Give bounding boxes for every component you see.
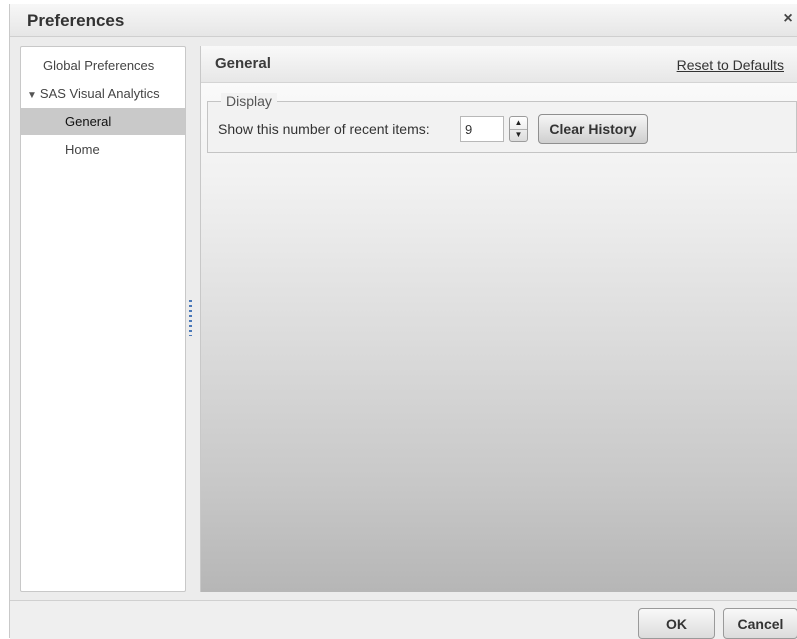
content-panel: General Reset to Defaults Display Show t…: [200, 46, 797, 592]
splitter-handle[interactable]: [189, 300, 192, 336]
close-icon[interactable]: ×: [779, 10, 797, 28]
clear-history-button[interactable]: Clear History: [538, 114, 648, 144]
nav-item-label: Home: [65, 142, 100, 157]
nav-item-label: Global Preferences: [43, 58, 155, 73]
display-group-legend: Display: [221, 93, 277, 109]
nav-item-home[interactable]: Home: [21, 136, 185, 163]
dialog-footer: OK Cancel: [10, 600, 797, 639]
nav-item-sas-visual-analytics[interactable]: ▼ SAS Visual Analytics: [21, 80, 185, 107]
content-header: General Reset to Defaults: [201, 46, 797, 83]
cancel-button[interactable]: Cancel: [723, 608, 797, 639]
preferences-dialog: Preferences × Global Preferences ▼ SAS Vi…: [9, 4, 797, 639]
nav-item-label: General: [65, 114, 112, 129]
preferences-nav-tree: Global Preferences ▼ SAS Visual Analytics…: [20, 46, 186, 592]
recent-items-label: Show this number of recent items:: [218, 121, 430, 137]
display-group: Display Show this number of recent items…: [207, 93, 797, 153]
spin-down-icon[interactable]: ▼: [510, 129, 527, 141]
expand-triangle-icon[interactable]: ▼: [27, 90, 37, 101]
reset-to-defaults-link[interactable]: Reset to Defaults: [677, 57, 784, 73]
dialog-title: Preferences: [27, 11, 125, 30]
content-title: General: [215, 55, 271, 72]
recent-items-input[interactable]: [460, 116, 504, 142]
recent-items-stepper[interactable]: ▲ ▼: [509, 116, 528, 142]
ok-button[interactable]: OK: [638, 608, 715, 639]
nav-item-global-preferences[interactable]: Global Preferences: [21, 52, 185, 79]
nav-item-label: SAS Visual Analytics: [39, 86, 160, 101]
title-bar: Preferences ×: [10, 4, 797, 37]
nav-item-general[interactable]: General: [21, 108, 185, 135]
